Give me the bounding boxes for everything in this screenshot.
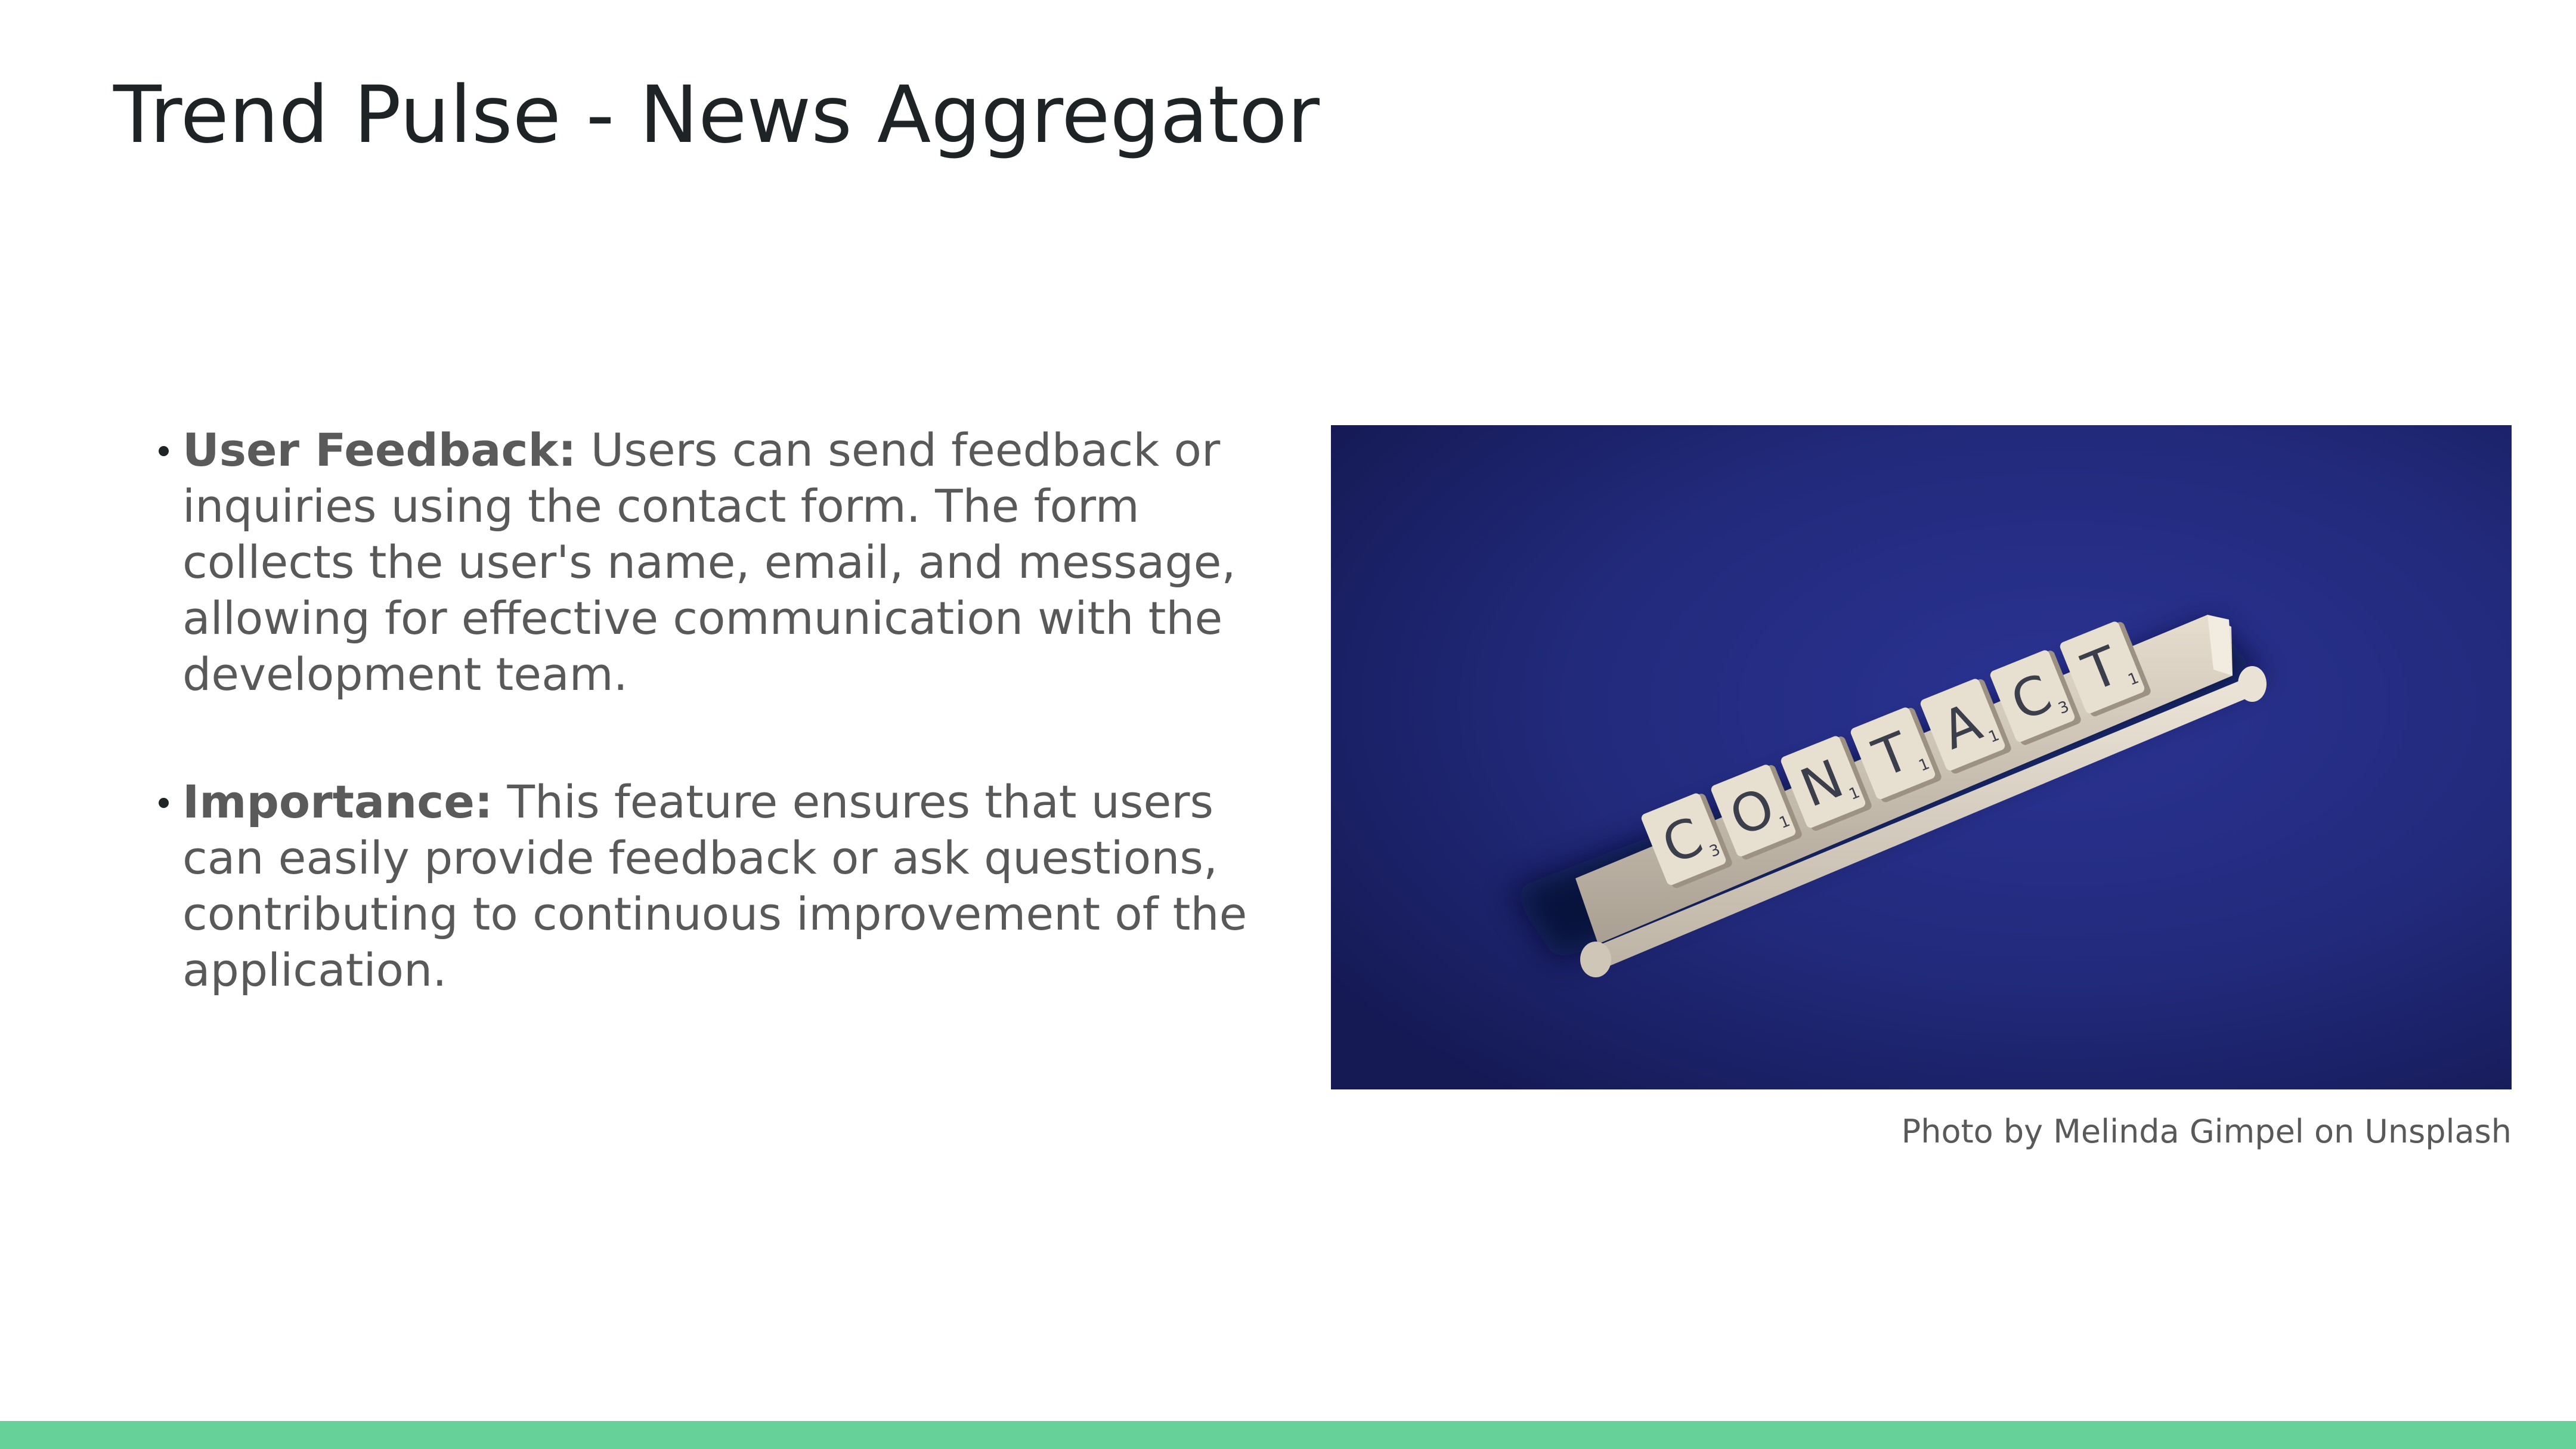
bullet-heading: Importance:	[182, 775, 493, 828]
bullet-item-user-feedback: User Feedback: Users can send feedback o…	[154, 422, 1287, 702]
photo-caption: Photo by Melinda Gimpel on Unsplash	[1901, 1113, 2512, 1150]
contact-photo-illustration: C3O1N1T1A1C3T1	[1331, 425, 2512, 1089]
bullet-list: User Feedback: Users can send feedback o…	[154, 422, 1287, 1070]
contact-photo: C3O1N1T1A1C3T1	[1331, 425, 2512, 1089]
footer-accent-bar	[0, 1421, 2576, 1449]
bullet-heading: User Feedback:	[182, 423, 577, 476]
slide-title: Trend Pulse - News Aggregator	[113, 69, 1320, 161]
bullet-dot-icon	[159, 798, 169, 808]
bullet-item-importance: Importance: This feature ensures that us…	[154, 774, 1287, 998]
bullet-dot-icon	[159, 446, 169, 456]
rack-lip-end	[2238, 666, 2267, 702]
rack-lip-start	[1580, 942, 1611, 977]
slide: Trend Pulse - News Aggregator User Feedb…	[0, 0, 2576, 1449]
